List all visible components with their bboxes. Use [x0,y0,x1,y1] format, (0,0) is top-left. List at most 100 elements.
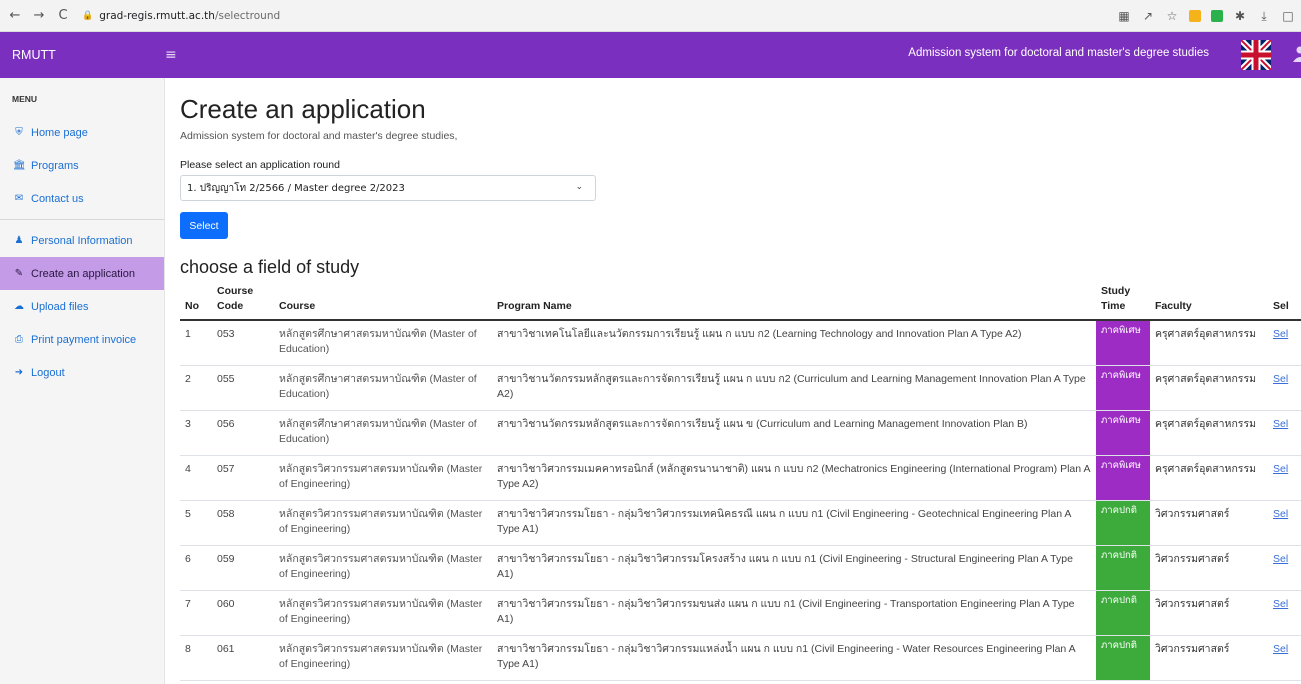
sidebar-item-logout[interactable]: ➜ Logout [0,356,164,389]
row-course: หลักสูตรศึกษาศาสตรมหาบัณฑิต (Master of E… [274,365,492,411]
extension-icon[interactable] [1189,10,1201,22]
star-icon[interactable]: ☆ [1165,9,1179,23]
sidebar-item-label: Personal Information [31,234,133,247]
sidebar-item-create-application[interactable]: ✎ Create an application [0,257,164,290]
sidebar-item-label: Logout [31,366,65,379]
row-course: หลักสูตรวิศวกรรมศาสตรมหาบัณฑิต (Master o… [274,590,492,636]
row-program: สาขาวิชานวัตกรรมหลักสูตรและการจัดการเรีย… [492,365,1096,411]
round-select-label: Please select an application round [180,159,340,171]
row-course: หลักสูตรวิศวกรรมศาสตรมหาบัณฑิต (Master o… [274,455,492,501]
row-faculty: ครุศาสตร์อุตสาหกรรม [1150,455,1268,501]
row-no: 2 [180,365,212,411]
select-link[interactable]: Sel [1273,373,1288,385]
translate-icon[interactable]: ▦ [1117,9,1131,23]
sidebar-item-label: Create an application [31,267,135,280]
row-code: 053 [212,320,274,366]
row-course: หลักสูตรศึกษาศาสตรมหาบัณฑิต (Master of E… [274,320,492,366]
download-icon[interactable]: ⤓ [1257,9,1271,24]
sidebar-item-print-invoice[interactable]: ⎙ Print payment invoice [0,323,164,356]
hamburger-menu-icon[interactable]: ≡ [165,47,177,63]
row-no: 5 [180,500,212,546]
col-header-code: Course Code [212,282,274,321]
row-faculty: ครุศาสตร์อุตสาหกรรม [1150,365,1268,411]
row-program: สาขาวิชาวิศวกรรมโยธา - กลุ่มวิชาวิศวกรรม… [492,590,1096,636]
table-row: 1 053 หลักสูตรศึกษาศาสตรมหาบัณฑิต (Maste… [180,320,1301,366]
row-course: หลักสูตรวิศวกรรมศาสตรมหาบัณฑิต (Master o… [274,500,492,546]
col-header-program: Program Name [492,282,1096,321]
row-code: 060 [212,590,274,636]
sidebar-item-programs[interactable]: 🏛 Programs [0,149,164,182]
sidebar-item-label: Upload files [31,300,89,313]
main-content: Create an application Admission system f… [180,78,1301,681]
section-title: choose a field of study [180,257,360,277]
sidebar: MENU ⛨ Home page 🏛 Programs ✉ Contact us… [0,78,165,684]
application-round-select[interactable]: 1. ปริญญาโท 2/2566 / Master degree 2/202… [180,175,596,201]
university-icon: 🏛 [13,160,26,171]
row-program: สาขาวิชาวิศวกรรมโยธา - กลุ่มวิชาวิศวกรรม… [492,635,1096,681]
page-subtitle: Admission system for doctoral and master… [180,130,458,142]
sign-out-icon: ➜ [14,367,24,378]
print-icon: ⎙ [15,334,23,345]
envelope-icon: ✉ [14,193,24,204]
select-link[interactable]: Sel [1273,328,1288,340]
table-row: 2 055 หลักสูตรศึกษาศาสตรมหาบัณฑิต (Maste… [180,365,1301,411]
table-row: 4 057 หลักสูตรวิศวกรรมศาสตรมหาบัณฑิต (Ma… [180,455,1301,501]
row-study-time: ภาคพิเศษ [1096,410,1150,456]
url-path: /selectround [214,9,281,22]
table-row: 3 056 หลักสูตรศึกษาศาสตรมหาบัณฑิต (Maste… [180,410,1301,456]
reload-icon[interactable]: C [54,8,72,23]
puzzle-icon[interactable]: ✱ [1233,9,1247,23]
select-link[interactable]: Sel [1273,598,1288,610]
table-header-row: No Course Code Course Program Name Study… [180,282,1301,321]
forward-arrow-icon[interactable]: → [30,8,48,23]
row-code: 057 [212,455,274,501]
sidebar-item-contact[interactable]: ✉ Contact us [0,182,164,215]
user-account-icon[interactable] [1291,46,1301,62]
row-study-time: ภาคพิเศษ [1096,455,1150,501]
sidebar-item-label: Home page [31,126,88,139]
col-header-select: Sel [1268,282,1301,321]
select-link[interactable]: Sel [1273,553,1288,565]
field-of-study-table: No Course Code Course Program Name Study… [180,282,1301,681]
sidebar-item-personal-information[interactable]: ♟ Personal Information [0,224,164,257]
sidebar-item-label: Contact us [31,192,84,205]
brand-logo[interactable]: RMUTT [0,48,165,62]
window-icon[interactable]: □ [1281,9,1295,23]
sidebar-item-upload-files[interactable]: ☁ Upload files [0,290,164,323]
table-row: 8 061 หลักสูตรวิศวกรรมศาสตรมหาบัณฑิต (Ma… [180,635,1301,681]
address-bar[interactable]: 🔒 grad-regis.rmutt.ac.th/selectround [82,10,280,22]
round-select-value: 1. ปริญญาโท 2/2566 / Master degree 2/202… [187,182,405,194]
sidebar-item-home[interactable]: ⛨ Home page [0,116,164,149]
sidebar-item-label: Programs [31,159,79,172]
row-program: สาขาวิชาเทคโนโลยีและนวัตกรรมการเรียนรู้ … [492,320,1096,366]
select-link[interactable]: Sel [1273,508,1288,520]
url-host: grad-regis.rmutt.ac.th [99,9,215,22]
menu-heading: MENU [12,94,38,104]
select-link[interactable]: Sel [1273,463,1288,475]
back-arrow-icon[interactable]: ← [6,8,24,23]
table-row: 6 059 หลักสูตรวิศวกรรมศาสตรมหาบัณฑิต (Ma… [180,545,1301,591]
row-code: 059 [212,545,274,591]
row-course: หลักสูตรศึกษาศาสตรมหาบัณฑิต (Master of E… [274,410,492,456]
row-faculty: ครุศาสตร์อุตสาหกรรม [1150,410,1268,456]
row-study-time: ภาคปกติ [1096,590,1150,636]
row-no: 7 [180,590,212,636]
row-code: 055 [212,365,274,411]
row-faculty: วิศวกรรมศาสตร์ [1150,500,1268,546]
row-faculty: ครุศาสตร์อุตสาหกรรม [1150,320,1268,366]
col-header-course: Course [274,282,492,321]
sidebar-divider [0,219,164,220]
col-header-faculty: Faculty [1150,282,1268,321]
table-row: 5 058 หลักสูตรวิศวกรรมศาสตรมหาบัณฑิต (Ma… [180,500,1301,546]
select-round-button[interactable]: Select [180,212,228,239]
app-topbar: RMUTT ≡ Admission system for doctoral an… [0,32,1301,78]
select-link[interactable]: Sel [1273,643,1288,655]
select-link[interactable]: Sel [1273,418,1288,430]
row-no: 6 [180,545,212,591]
row-study-time: ภาคปกติ [1096,500,1150,546]
extension-icon[interactable] [1211,10,1223,22]
uk-flag-icon[interactable] [1241,40,1271,70]
share-icon[interactable]: ↗ [1141,9,1155,23]
col-header-study-time: Study Time [1096,282,1150,321]
cloud-upload-icon: ☁ [14,301,24,312]
